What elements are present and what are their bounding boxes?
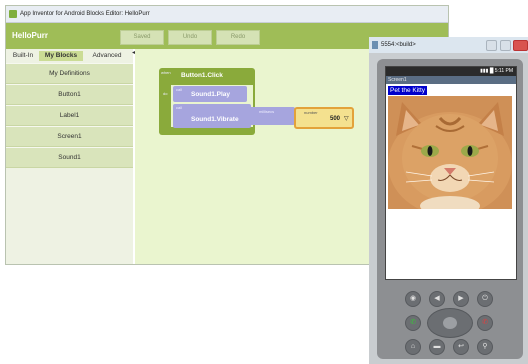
drawer-tabs: Built-In My Blocks Advanced <box>6 49 133 63</box>
sidebar-item-my-definitions[interactable]: My Definitions <box>6 63 133 84</box>
back-icon[interactable]: ↩ <box>453 339 469 355</box>
status-bar: ▮▮▮ █ 5:11 PM <box>386 67 516 76</box>
minimize-icon[interactable] <box>486 40 497 51</box>
do-keyword: do <box>163 91 168 96</box>
play-method-name: Sound1.Play <box>191 91 231 98</box>
millisecs-socket: millisecs <box>251 107 295 125</box>
tab-advanced[interactable]: Advanced <box>85 51 129 61</box>
blocks-drawer-sidebar: Built-In My Blocks Advanced My Definitio… <box>6 49 133 264</box>
home-icon[interactable]: ⌂ <box>405 339 421 355</box>
status-time: 5:11 PM <box>494 68 513 74</box>
sound1-vibrate-call-block[interactable]: call Sound1.Vibrate <box>173 104 251 128</box>
vibrate-method-name: Sound1.Vibrate <box>191 116 239 123</box>
signal-battery-icons: ▮▮▮ █ <box>480 68 495 74</box>
sidebar-item-sound1[interactable]: Sound1 <box>6 147 133 168</box>
number-block[interactable]: number 500 ▽ <box>294 107 354 129</box>
end-call-icon[interactable]: ✆ <box>477 315 493 331</box>
tab-my-blocks[interactable]: My Blocks <box>39 51 83 61</box>
volume-down-icon[interactable]: ◀ <box>429 291 445 307</box>
saved-button[interactable]: Saved <box>120 30 164 45</box>
volume-up-icon[interactable]: ▶ <box>453 291 469 307</box>
sidebar-item-screen1[interactable]: Screen1 <box>6 126 133 147</box>
phone-screen[interactable]: ▮▮▮ █ 5:11 PM Screen1 Pet the Kitty <box>385 66 517 280</box>
menu-icon[interactable]: ▬ <box>429 339 445 355</box>
screen-title-bar: Screen1 <box>386 76 516 84</box>
undo-button[interactable]: Undo <box>168 30 212 45</box>
number-value[interactable]: 500 <box>330 116 340 122</box>
dpad[interactable] <box>427 308 473 338</box>
project-name: HelloPurr <box>12 31 49 40</box>
close-icon[interactable] <box>513 40 528 51</box>
when-keyword: when <box>161 70 171 75</box>
emulator-window-title: 5554:<build> <box>381 42 416 48</box>
redo-button[interactable]: Redo <box>216 30 260 45</box>
sidebar-item-label1[interactable]: Label1 <box>6 105 133 126</box>
emulator-icon <box>372 41 378 49</box>
android-emulator-window: 5554:<build> ▮▮▮ █ 5:11 PM Screen1 Pet t… <box>369 37 528 364</box>
call-keyword: call <box>176 87 183 92</box>
sidebar-item-button1[interactable]: Button1 <box>6 84 133 105</box>
phone-device: ▮▮▮ █ 5:11 PM Screen1 Pet the Kitty ◉ ◀ … <box>377 59 523 359</box>
editor-title-bar: App Inventor for Android Blocks Editor: … <box>6 6 448 23</box>
hardware-keypad: ◉ ◀ ▶ ⏻ ✆ ✆ ⌂ ▬ ↩ ⚲ <box>377 287 523 359</box>
emulator-title-bar: 5554:<build> <box>369 37 528 53</box>
dropdown-arrow-icon[interactable]: ▽ <box>344 115 349 122</box>
millisecs-label: millisecs <box>259 109 275 114</box>
call-keyword: call <box>176 105 183 110</box>
app-inventor-icon <box>9 10 17 18</box>
tab-built-in[interactable]: Built-In <box>9 51 37 61</box>
editor-window-title: App Inventor for Android Blocks Editor: … <box>20 11 150 17</box>
pet-the-kitty-label: Pet the Kitty <box>388 86 428 95</box>
search-icon[interactable]: ⚲ <box>477 339 493 355</box>
sound1-play-call-block[interactable]: call Sound1.Play <box>173 86 247 102</box>
power-icon[interactable]: ⏻ <box>477 291 493 307</box>
camera-key-icon[interactable]: ◉ <box>405 291 421 307</box>
dpad-center[interactable] <box>443 317 457 329</box>
number-label: number <box>304 110 318 115</box>
maximize-icon[interactable] <box>500 40 511 51</box>
call-icon[interactable]: ✆ <box>405 315 421 331</box>
kitty-button-image[interactable] <box>388 96 512 209</box>
event-name: Button1.Click <box>181 72 223 79</box>
